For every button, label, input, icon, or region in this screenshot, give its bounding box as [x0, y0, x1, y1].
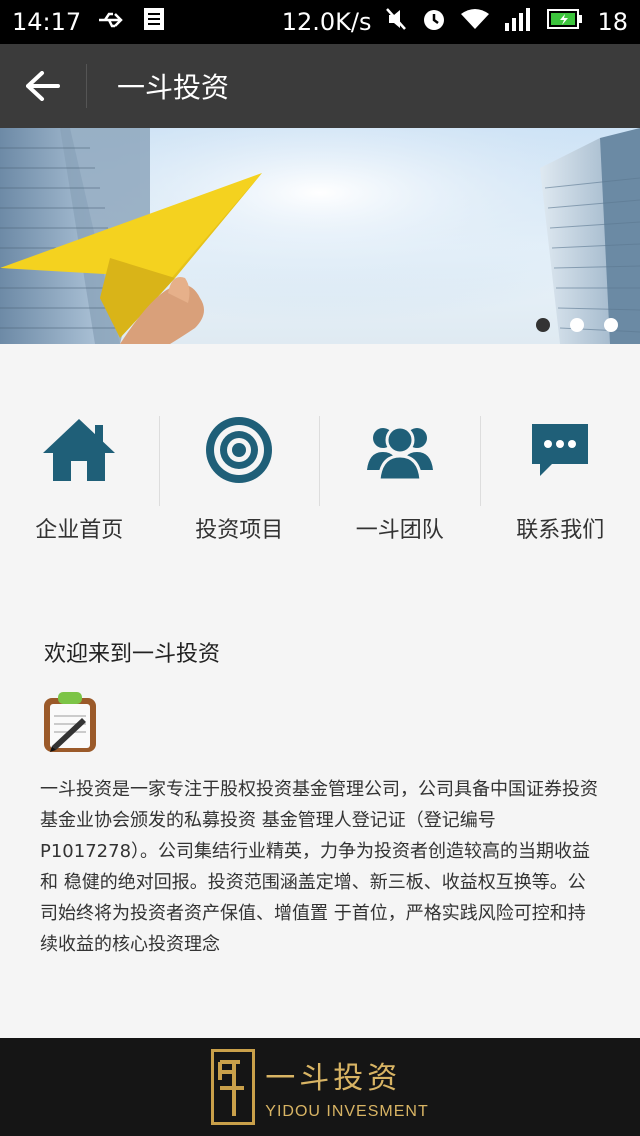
nav-item-home[interactable]: 企业首页: [0, 390, 159, 550]
wifi-icon: [461, 7, 490, 37]
nav-label-team: 一斗团队: [355, 518, 444, 543]
back-button[interactable]: [0, 44, 86, 128]
nav-label-projects: 投资项目: [195, 518, 284, 543]
welcome-heading: 欢迎来到一斗投资: [44, 642, 221, 667]
chat-icon: [520, 410, 600, 490]
banner-carousel[interactable]: [0, 128, 640, 344]
nav-label-contact: 联系我们: [516, 518, 605, 543]
battery-icon: [547, 7, 583, 37]
app-bar: 一斗投资: [0, 44, 640, 128]
alarm-icon: [421, 6, 447, 39]
logo-mark-icon: [211, 1049, 256, 1125]
page-title: 一斗投资: [117, 71, 230, 104]
logo-cn-text: 一斗投资: [265, 1061, 402, 1096]
appbar-divider: [86, 64, 87, 108]
nav-item-team[interactable]: 一斗团队: [320, 390, 480, 550]
team-icon: [360, 410, 440, 490]
carousel-dot-3[interactable]: [604, 318, 618, 332]
mute-icon: [385, 7, 407, 38]
battery-level: 18: [597, 8, 628, 36]
back-arrow-icon: [26, 71, 60, 101]
target-icon: [199, 410, 279, 490]
company-intro: 一斗投资是一家专注于股权投资基金管理公司，公司具备中国证券投资基金业协会颁发的私…: [40, 779, 598, 955]
main-nav: 企业首页 投资项目 一斗团队 联系我们: [0, 390, 640, 550]
nav-item-projects[interactable]: 投资项目: [160, 390, 320, 550]
usb-icon: [97, 7, 127, 37]
clipboard-note-icon: [42, 690, 98, 754]
footer-logo: 一斗投资 YIDOU INVESMENT: [265, 1053, 428, 1121]
notification-icon: [143, 7, 165, 38]
nav-item-contact[interactable]: 联系我们: [480, 390, 640, 550]
network-speed: 12.0K/s: [281, 8, 372, 36]
home-icon: [39, 410, 119, 490]
footer: 一斗投资 YIDOU INVESMENT: [0, 1038, 640, 1136]
status-time: 14:17: [12, 8, 82, 36]
nav-label-home: 企业首页: [35, 518, 124, 543]
carousel-dot-2[interactable]: [570, 318, 584, 332]
banner-image: [0, 128, 640, 344]
carousel-dot-1[interactable]: [536, 318, 550, 332]
signal-icon: [503, 7, 533, 38]
status-bar: 14:17 12.0K/s 18: [0, 0, 640, 44]
logo-en-text: YIDOU INVESMENT: [265, 1103, 429, 1120]
carousel-dots: [536, 318, 618, 332]
